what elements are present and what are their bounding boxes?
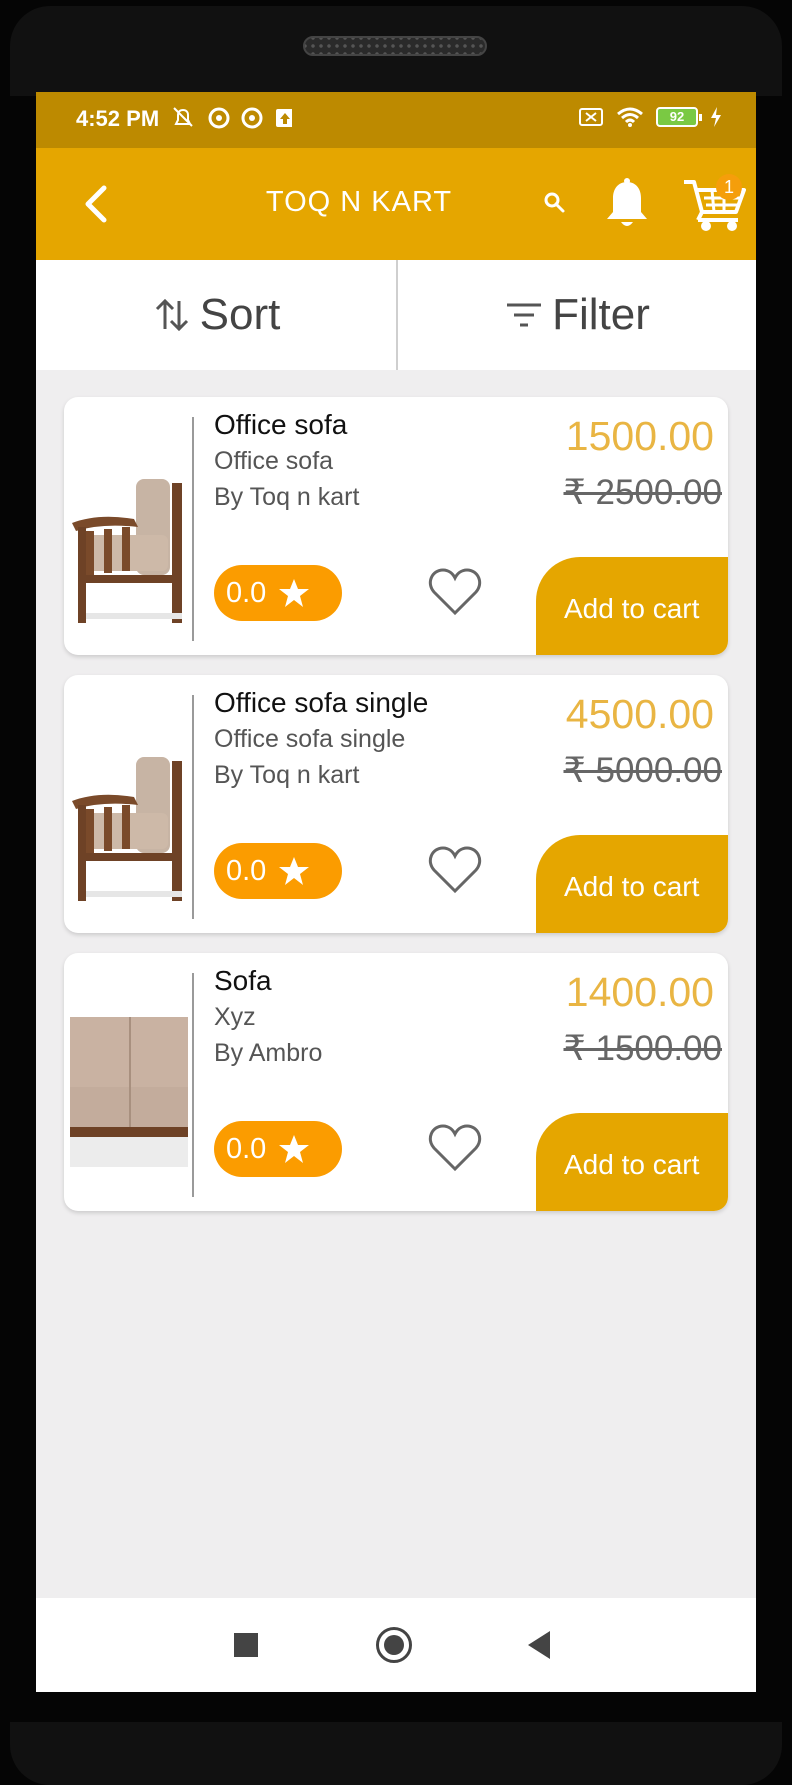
sim-off-icon	[579, 108, 603, 126]
product-name: Office sofa single	[214, 687, 429, 718]
phone-speaker	[303, 36, 487, 56]
filter-icon	[507, 303, 542, 327]
product-mrp: ₹ 5000.00	[563, 751, 722, 790]
product-card[interactable]: Sofa Xyz By Ambro 1400.00 ₹ 1500.00 0.0 …	[64, 953, 728, 1211]
screen: 4:52 PM 92 TOQ N KART 1 Sort Filter Offi…	[36, 92, 756, 1692]
sofa-image	[70, 1017, 188, 1167]
back-arrow-icon[interactable]	[78, 184, 118, 224]
rating-value: 0.0	[226, 854, 267, 887]
status-time: 4:52 PM	[76, 106, 160, 131]
product-mrp: ₹ 2500.00	[563, 473, 722, 512]
wifi-icon	[617, 107, 643, 127]
product-card[interactable]: Office sofa Office sofa By Toq n kart 15…	[64, 397, 728, 655]
search-icon[interactable]	[542, 190, 566, 214]
bell-icon[interactable]	[604, 178, 650, 230]
product-subtitle: Office sofa single	[214, 725, 406, 753]
status-right-icons: 92	[578, 106, 722, 128]
sort-label: Sort	[199, 290, 281, 339]
product-seller: By Toq n kart	[214, 761, 360, 789]
armchair-image	[72, 757, 182, 901]
notification-icons-svg	[173, 107, 294, 129]
heart-icon[interactable]	[428, 1123, 482, 1173]
charging-icon	[711, 107, 721, 127]
star-icon	[279, 857, 310, 885]
filter-label: Filter	[552, 290, 650, 339]
cart-count-badge: 1	[716, 174, 742, 200]
rating-value: 0.0	[226, 576, 267, 609]
add-to-cart-button[interactable]: Add to cart	[536, 557, 728, 655]
product-seller: By Toq n kart	[214, 483, 360, 511]
divider	[192, 695, 194, 919]
app-title: TOQ N KART	[265, 186, 453, 218]
filter-button[interactable]: Filter	[396, 260, 756, 370]
divider	[192, 417, 194, 641]
product-name: Office sofa	[214, 409, 348, 440]
product-mrp: ₹ 1500.00	[563, 1029, 722, 1068]
heart-icon[interactable]	[428, 567, 482, 617]
product-price: 1400.00	[565, 969, 714, 1015]
product-price: 4500.00	[565, 691, 714, 737]
armchair-image	[72, 479, 182, 623]
sort-filter-bar: Sort Filter	[36, 260, 756, 370]
heart-icon[interactable]	[428, 845, 482, 895]
rating-badge: 0.0	[214, 1121, 342, 1177]
product-name: Sofa	[214, 965, 272, 996]
notification-icons	[172, 106, 294, 136]
rating-value: 0.0	[226, 1132, 267, 1165]
product-subtitle: Office sofa	[214, 447, 334, 475]
back-button[interactable]	[528, 1631, 550, 1659]
phone-frame: 4:52 PM 92 TOQ N KART 1 Sort Filter Offi…	[0, 0, 792, 1785]
star-icon	[279, 579, 310, 607]
product-subtitle: Xyz	[214, 1003, 256, 1031]
phone-bottom-bezel	[10, 1722, 782, 1785]
product-price: 1500.00	[565, 413, 714, 459]
battery-indicator: 92	[656, 107, 702, 127]
add-to-cart-button[interactable]: Add to cart	[536, 1113, 728, 1211]
product-seller: By Ambro	[214, 1039, 323, 1067]
rating-badge: 0.0	[214, 843, 342, 899]
home-button[interactable]	[376, 1627, 412, 1663]
star-icon	[279, 1135, 310, 1163]
status-bar: 4:52 PM 92	[36, 92, 756, 148]
sort-button[interactable]: Sort	[36, 260, 396, 370]
sort-icon	[155, 298, 188, 332]
product-card[interactable]: Office sofa single Office sofa single By…	[64, 675, 728, 933]
system-nav-bar	[36, 1598, 756, 1692]
divider	[192, 973, 194, 1197]
recents-button[interactable]	[234, 1633, 258, 1657]
app-bar: TOQ N KART 1	[36, 148, 756, 260]
add-to-cart-button[interactable]: Add to cart	[536, 835, 728, 933]
rating-badge: 0.0	[214, 565, 342, 621]
